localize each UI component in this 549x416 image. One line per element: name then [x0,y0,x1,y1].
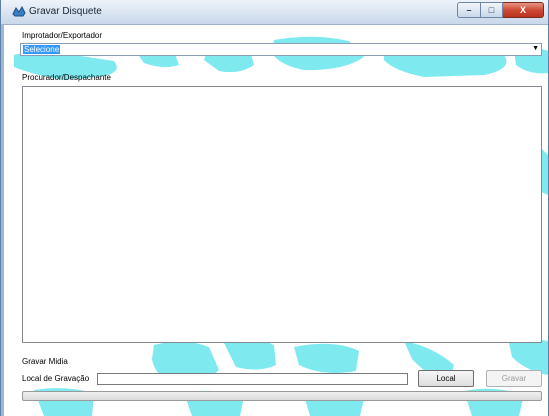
local-button[interactable]: Local [418,370,474,387]
app-icon [12,6,26,17]
importer-selected-value: Selecione [23,45,61,54]
chevron-down-icon[interactable]: ▼ [532,45,539,52]
record-button[interactable]: Gravar [486,370,542,387]
media-section-label: Gravar Midia [22,357,68,366]
importer-label: Improtador/Exportador [22,31,103,40]
window: Gravar Disquete – □ X Improtador/Exporta… [0,0,549,416]
close-button[interactable]: X [503,2,544,18]
location-input[interactable] [97,373,408,385]
dispatcher-label: Procurador/Despachante [22,73,111,82]
minimize-button[interactable]: – [457,2,481,18]
progress-bar [22,391,542,401]
window-controls: – □ X [457,2,544,18]
importer-select[interactable]: Selecione ▼ [20,43,542,56]
maximize-button[interactable]: □ [481,2,503,18]
location-label: Local de Gravação [22,374,90,383]
dispatcher-list[interactable] [22,86,542,343]
window-title: Gravar Disquete [29,6,102,17]
title-bar[interactable]: Gravar Disquete – □ X [1,0,548,25]
